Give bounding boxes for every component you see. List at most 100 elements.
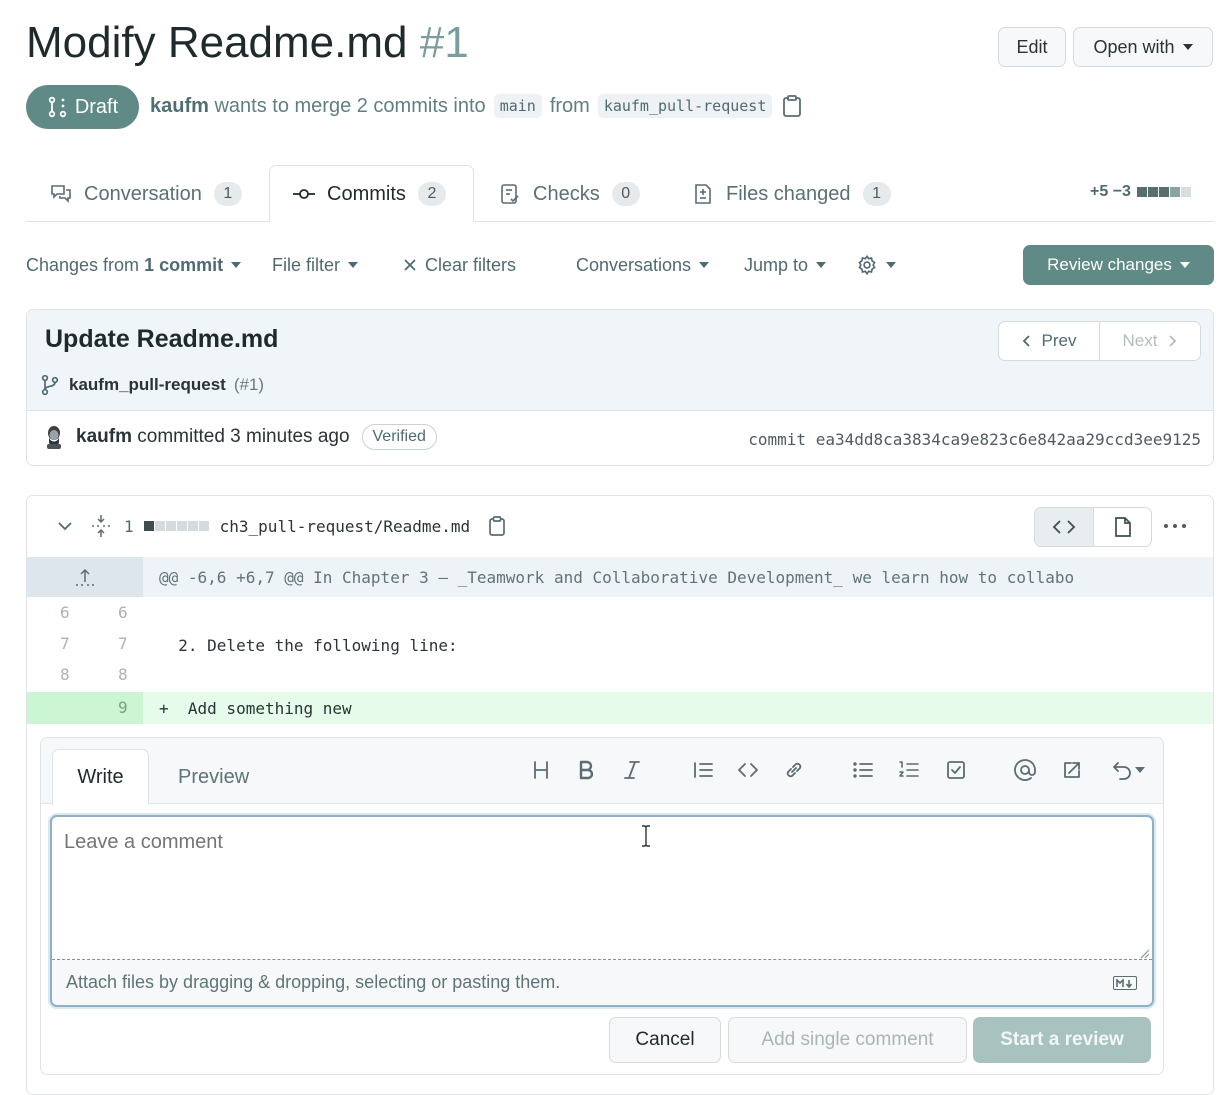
jump-to-dropdown[interactable]: Jump to	[744, 252, 827, 278]
chevron-down-icon[interactable]	[56, 519, 74, 533]
italic-button[interactable]	[618, 756, 646, 784]
ordered-list-button[interactable]	[895, 756, 923, 784]
branch-icon	[41, 374, 59, 396]
diffstat: +5 −3	[1090, 183, 1191, 201]
file-filter-dropdown[interactable]: File filter	[272, 252, 359, 278]
add-single-comment-button[interactable]: Add single comment	[728, 1017, 967, 1063]
new-line-number[interactable]: 8	[118, 665, 128, 684]
file-path[interactable]: ch3_pull-request/Readme.md	[220, 517, 470, 536]
old-line-number[interactable]: 6	[60, 603, 70, 622]
start-review-button[interactable]: Start a review	[973, 1017, 1151, 1063]
old-line-number[interactable]: 8	[60, 665, 70, 684]
review-changes-label: Review changes	[1047, 255, 1172, 274]
pr-title-row: Modify Readme.md #1	[26, 18, 469, 68]
tab-label: Files changed	[726, 182, 851, 205]
edit-button[interactable]: Edit	[998, 27, 1066, 67]
heading-button[interactable]	[527, 756, 555, 784]
tasklist-button[interactable]	[942, 756, 970, 784]
comment-input[interactable]	[54, 819, 1150, 959]
chevron-down-icon	[1182, 44, 1193, 50]
copy-icon[interactable]	[782, 95, 802, 117]
source-view-button[interactable]	[1035, 508, 1094, 546]
quote-icon	[694, 762, 713, 778]
tab-commits[interactable]: Commits 2	[293, 166, 446, 222]
review-changes-button[interactable]: Review changes	[1023, 245, 1214, 285]
conversations-label: Conversations	[576, 254, 692, 275]
resize-handle[interactable]	[1138, 946, 1150, 959]
prev-button[interactable]: Prev	[999, 322, 1100, 360]
chevron-down-icon	[1179, 262, 1190, 268]
committed-text: committed 3 minutes ago	[137, 426, 350, 447]
commit-title: Update Readme.md	[45, 325, 279, 353]
add-single-label: Add single comment	[761, 1029, 934, 1050]
link-button[interactable]	[780, 756, 808, 784]
unordered-list-button[interactable]	[849, 756, 877, 784]
next-label: Next	[1122, 331, 1158, 350]
markdown-icon[interactable]	[1113, 976, 1137, 990]
reference-button[interactable]	[1058, 756, 1086, 784]
commit-branch[interactable]: kaufm_pull-request	[69, 375, 226, 395]
italic-icon	[624, 761, 640, 779]
write-tab[interactable]: Write	[52, 749, 149, 805]
new-line-number[interactable]: 7	[118, 634, 128, 653]
tasklist-icon	[947, 761, 965, 779]
tab-label: Checks	[533, 182, 600, 205]
tab-checks[interactable]: Checks 0	[499, 166, 640, 222]
merge-summary: kaufm wants to merge 2 commits into main…	[150, 94, 802, 118]
checks-icon	[501, 184, 519, 204]
old-line-number[interactable]: 7	[60, 634, 70, 653]
next-button[interactable]: Next	[1100, 322, 1200, 360]
hunk-expand-gutter[interactable]	[27, 557, 143, 597]
new-line-number[interactable]: 6	[118, 603, 128, 622]
file-change-count: 1	[124, 516, 134, 536]
pr-author-link[interactable]: kaufm	[150, 95, 209, 118]
base-branch[interactable]: main	[493, 94, 542, 118]
from-text: from	[549, 94, 590, 117]
code-icon	[738, 763, 758, 777]
commit-sha[interactable]: ea34dd8ca3834ca9e823c6e842aa29ccd3ee9125	[816, 430, 1201, 449]
start-review-label: Start a review	[1000, 1029, 1124, 1050]
copy-icon[interactable]	[488, 516, 506, 536]
open-with-label: Open with	[1093, 36, 1175, 57]
gear-icon	[858, 254, 876, 276]
preview-tab[interactable]: Preview	[178, 766, 249, 789]
conversations-dropdown[interactable]: Conversations	[576, 252, 710, 278]
commit-icon	[293, 189, 315, 199]
settings-dropdown[interactable]	[856, 252, 896, 278]
code-button[interactable]	[734, 756, 762, 784]
status-label: Draft	[74, 95, 119, 118]
clear-filters-label: Clear filters	[425, 254, 517, 275]
mention-icon	[1014, 759, 1036, 781]
expand-up-icon	[76, 568, 94, 586]
open-with-button[interactable]: Open with	[1073, 27, 1213, 67]
tab-count: 1	[862, 182, 891, 206]
undo-button[interactable]	[1106, 756, 1150, 784]
quote-button[interactable]	[689, 756, 717, 784]
clear-filters-button[interactable]: Clear filters	[403, 252, 516, 278]
commit-author[interactable]: kaufm	[76, 426, 132, 448]
verified-badge[interactable]: Verified	[361, 424, 437, 450]
tab-files-changed[interactable]: Files changed 1	[692, 166, 891, 222]
avatar[interactable]	[45, 425, 63, 449]
bold-button[interactable]	[572, 756, 600, 784]
conversation-icon	[51, 185, 71, 203]
head-branch[interactable]: kaufm_pull-request	[597, 94, 773, 118]
reference-icon	[1064, 762, 1080, 778]
pr-number: #1	[419, 18, 469, 67]
commit-sha-label: commit	[748, 430, 807, 449]
commit-pr-ref[interactable]: (#1)	[234, 375, 264, 395]
unordered-list-icon	[853, 762, 873, 778]
file-diff-icon	[695, 184, 711, 204]
changes-value: 1 commit	[144, 254, 224, 275]
changes-from-dropdown[interactable]: Changes from 1 commit	[26, 252, 242, 278]
tab-conversation[interactable]: Conversation 1	[50, 166, 242, 222]
cancel-button[interactable]: Cancel	[609, 1017, 721, 1063]
new-line-number[interactable]: 9	[118, 698, 128, 717]
kebab-icon[interactable]	[1164, 520, 1190, 532]
expand-icon[interactable]	[90, 514, 112, 538]
file-diffstat-bar	[143, 521, 209, 531]
page-title: Modify Readme.md	[26, 18, 408, 67]
close-icon	[404, 259, 416, 271]
rich-view-button[interactable]	[1094, 508, 1151, 546]
mention-button[interactable]	[1011, 756, 1039, 784]
